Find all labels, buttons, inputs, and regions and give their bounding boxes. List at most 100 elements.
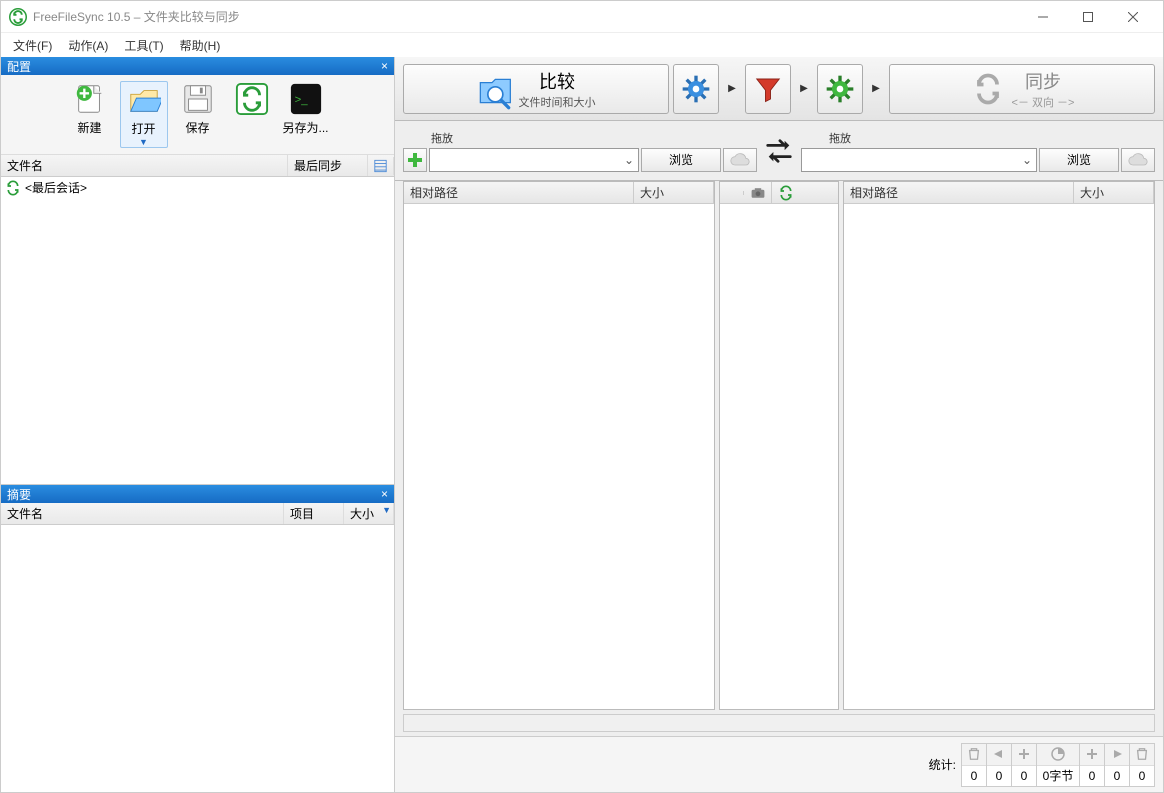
save-as-batch-button[interactable]: >_ 另存为... <box>282 81 330 148</box>
menu-tools[interactable]: 工具(T) <box>116 35 171 56</box>
stat-val-4: 0 <box>1089 766 1096 786</box>
stats-label: 统计: <box>929 756 956 773</box>
chevron-down-icon: ⌄ <box>1022 153 1032 167</box>
left-cloud-button[interactable] <box>723 148 757 172</box>
save-config-button[interactable]: 保存 <box>174 81 222 148</box>
compare-sub-label: 文件时间和大小 <box>519 94 596 110</box>
left-column: 配置 × 新建 打开 ▼ 保存 <box>1 57 395 792</box>
col-last-sync[interactable]: 最后同步 <box>288 155 368 176</box>
compare-settings-button[interactable] <box>673 64 719 114</box>
arrow-right-icon <box>1105 744 1129 766</box>
sum-col-size[interactable]: 大小 ▼ <box>344 503 394 524</box>
sync-sub-label: <－ 双向 －> <box>1012 94 1075 110</box>
action-bar: 比较 文件时间和大小 ▶ ▶ ▶ <box>395 57 1163 121</box>
funnel-icon <box>753 74 783 104</box>
summary-header: 文件名 项目 大小 ▼ <box>1 503 394 525</box>
right-col-size[interactable]: 大小 <box>1074 182 1154 203</box>
filter-button[interactable] <box>745 64 791 114</box>
left-browse-button[interactable]: 浏览 <box>641 148 721 172</box>
stat-update-right: 0 <box>1104 743 1130 787</box>
right-grid-body[interactable] <box>844 204 1154 709</box>
new-config-button[interactable]: 新建 <box>66 81 114 148</box>
menu-file[interactable]: 文件(F) <box>5 35 60 56</box>
add-pair-button[interactable] <box>403 148 427 172</box>
menu-bar: 文件(F) 动作(A) 工具(T) 帮助(H) <box>1 33 1163 57</box>
left-folder-input[interactable]: ⌄ <box>429 148 639 172</box>
dropdown-icon: ▼ <box>139 137 148 147</box>
svg-text:>_: >_ <box>294 94 308 106</box>
stat-create-right: 0 <box>1079 743 1105 787</box>
left-col-relpath[interactable]: 相对路径 <box>404 182 634 203</box>
sum-col-filename[interactable]: 文件名 <box>1 503 284 524</box>
right-col-relpath[interactable]: 相对路径 <box>844 182 1074 203</box>
left-drag-label: 拖放 <box>403 130 757 146</box>
action-icon[interactable] <box>772 182 800 203</box>
compare-icon <box>477 71 513 107</box>
new-label: 新建 <box>77 119 101 136</box>
config-panel-title: 配置 × <box>1 57 394 75</box>
save-label: 保存 <box>185 119 209 136</box>
summary-panel-close-icon[interactable]: × <box>381 487 388 501</box>
sync-settings-dropdown[interactable]: ▶ <box>867 64 885 114</box>
stat-create-left: 0 <box>1011 743 1037 787</box>
sync-settings-button[interactable] <box>817 64 863 114</box>
close-button[interactable] <box>1110 2 1155 32</box>
maximize-button[interactable] <box>1065 2 1110 32</box>
title-bar: FreeFileSync 10.5 – 文件夹比较与同步 <box>1 1 1163 33</box>
save-as-sync-button[interactable] <box>228 81 276 148</box>
right-drag-label: 拖放 <box>801 130 1155 146</box>
sync-icon <box>5 180 21 196</box>
stat-delete-right: 0 <box>1129 743 1155 787</box>
trash-icon <box>1130 744 1154 766</box>
gear-blue-icon <box>680 73 712 105</box>
swap-button[interactable] <box>761 133 797 169</box>
summary-body <box>1 525 394 792</box>
right-grid-header: 相对路径 大小 <box>844 182 1154 204</box>
sync-green-icon <box>234 81 270 117</box>
summary-panel-label: 摘要 <box>7 486 31 503</box>
pie-icon <box>1037 744 1079 766</box>
stat-val-5: 0 <box>1114 766 1121 786</box>
stat-val-1: 0 <box>996 766 1003 786</box>
open-config-button[interactable]: 打开 ▼ <box>120 81 168 148</box>
left-grid-header: 相对路径 大小 <box>404 182 714 204</box>
right-browse-button[interactable]: 浏览 <box>1039 148 1119 172</box>
sync-grey-icon <box>970 71 1006 107</box>
compare-button[interactable]: 比较 文件时间和大小 <box>403 64 669 114</box>
menu-action[interactable]: 动作(A) <box>60 35 116 56</box>
right-folder-side: 拖放 ⌄ 浏览 <box>801 130 1155 172</box>
summary-panel: 摘要 × 文件名 项目 大小 ▼ <box>1 484 394 792</box>
config-list-header: 文件名 最后同步 <box>1 155 394 177</box>
col-filename[interactable]: 文件名 <box>1 155 288 176</box>
stat-val-3: 0字节 <box>1043 766 1074 786</box>
col-options-icon[interactable] <box>368 157 394 175</box>
config-item-label: <最后会话> <box>25 179 87 196</box>
stat-delete-left: 0 <box>961 743 987 787</box>
sort-desc-icon: ▼ <box>382 505 391 515</box>
filter-dropdown[interactable]: ▶ <box>795 64 813 114</box>
app-icon <box>9 8 27 26</box>
config-panel-label: 配置 <box>7 58 31 75</box>
sum-col-items[interactable]: 项目 <box>284 503 344 524</box>
left-folder-side: 拖放 ⌄ 浏览 <box>403 130 757 172</box>
left-col-size[interactable]: 大小 <box>634 182 714 203</box>
open-icon <box>126 82 162 118</box>
config-list[interactable]: <最后会话> <box>1 177 394 484</box>
minimize-button[interactable] <box>1020 2 1065 32</box>
horizontal-scrollbar[interactable] <box>403 714 1155 732</box>
right-cloud-button[interactable] <box>1121 148 1155 172</box>
summary-panel-title: 摘要 × <box>1 485 394 503</box>
config-panel-close-icon[interactable]: × <box>381 59 388 73</box>
category-icon[interactable] <box>744 182 772 203</box>
left-grid-body[interactable] <box>404 204 714 709</box>
trash-icon <box>962 744 986 766</box>
menu-help[interactable]: 帮助(H) <box>172 35 229 56</box>
status-bar: 统计: 0 0 0 0字节 0 0 <box>395 736 1163 792</box>
right-grid: 相对路径 大小 <box>843 181 1155 710</box>
sync-button[interactable]: 同步 <－ 双向 －> <box>889 64 1155 114</box>
right-folder-input[interactable]: ⌄ <box>801 148 1037 172</box>
middle-grid-body[interactable] <box>720 204 838 709</box>
chevron-down-icon: ⌄ <box>624 153 634 167</box>
compare-dropdown[interactable]: ▶ <box>723 64 741 114</box>
config-item[interactable]: <最后会话> <box>1 177 394 198</box>
